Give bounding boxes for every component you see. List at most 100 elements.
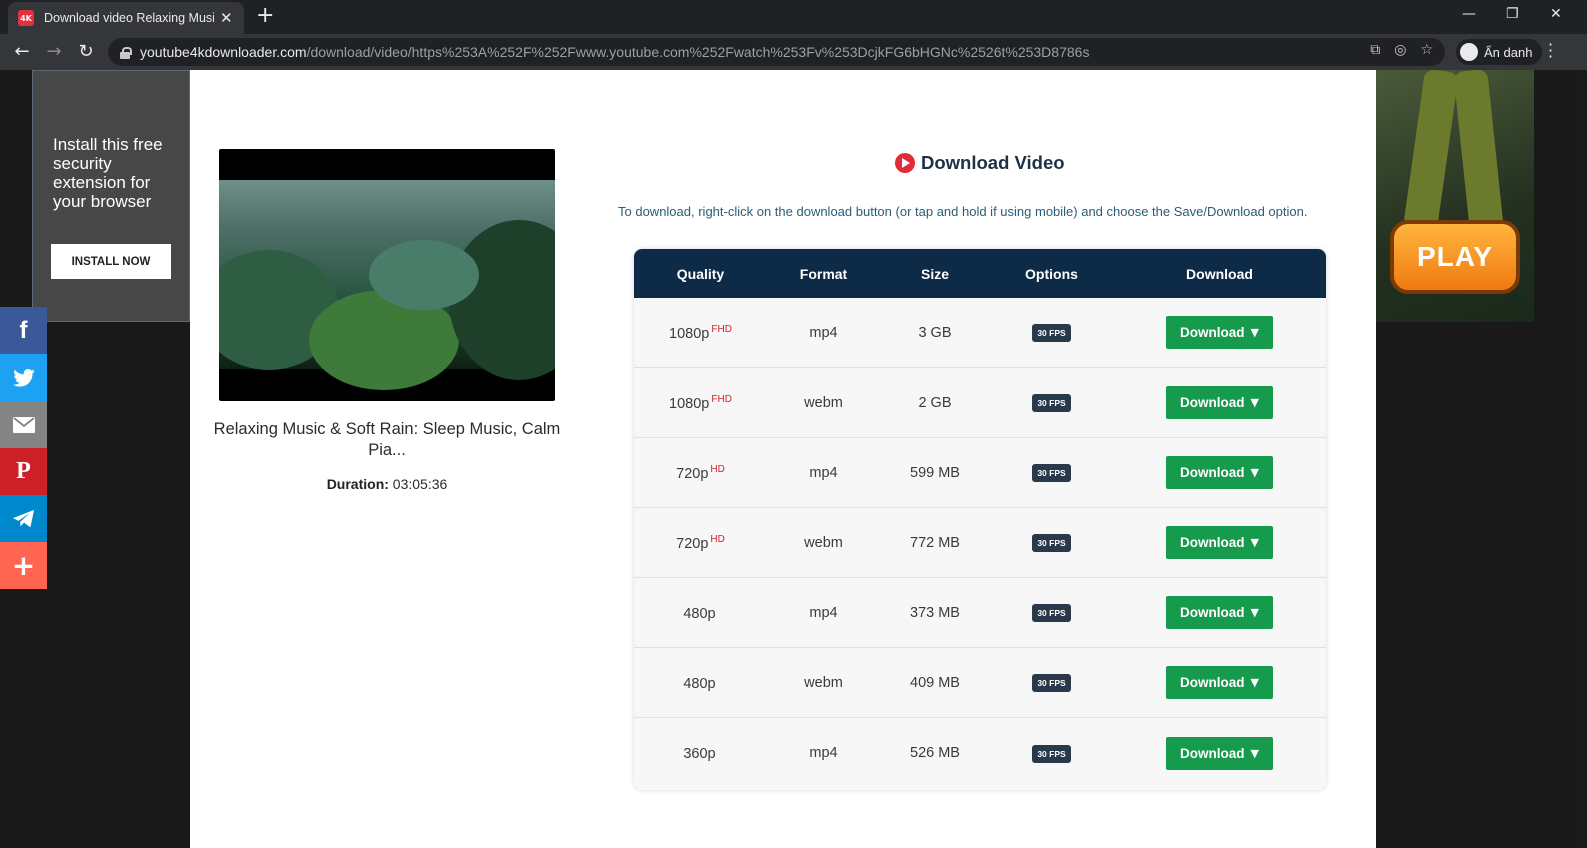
left-ad-banner[interactable]: Install this free security extension for… <box>32 70 190 322</box>
download-button-label: Download <box>1180 535 1245 550</box>
incognito-icon <box>1460 43 1478 61</box>
format-cell: webm <box>804 674 843 691</box>
download-cell: Download ▼ <box>1113 316 1326 349</box>
facebook-icon[interactable]: f <box>0 307 47 354</box>
size-cell: 2 GB <box>918 394 952 411</box>
options-cell: 30 FPS <box>990 673 1113 692</box>
browser-tab-bar: 4K Download video Relaxing Music & Soft … <box>0 0 1587 34</box>
download-cell: Download ▼ <box>1113 666 1326 699</box>
fps-badge: 30 FPS <box>1032 744 1071 763</box>
quality-badge: FHD <box>711 323 732 335</box>
video-title: Relaxing Music & Soft Rain: Sleep Music,… <box>213 420 561 459</box>
reload-icon[interactable]: ↻ <box>74 40 98 64</box>
quality-cell: 720p HD <box>634 534 767 552</box>
scrollbar[interactable] <box>1570 70 1587 848</box>
bookmark-star-icon[interactable]: ☆ <box>1420 42 1433 58</box>
browser-toolbar: ← → ↻ youtube4kdownloader.com/download/v… <box>0 34 1587 70</box>
minimize-icon[interactable]: — <box>1462 6 1476 22</box>
install-now-button[interactable]: INSTALL NOW <box>51 244 171 279</box>
quality-badge: HD <box>710 463 725 475</box>
pinterest-icon[interactable]: P <box>0 448 47 495</box>
telegram-icon[interactable] <box>0 495 47 542</box>
download-button[interactable]: Download ▼ <box>1166 386 1273 419</box>
download-button[interactable]: Download ▼ <box>1166 596 1273 629</box>
options-cell: 30 FPS <box>990 744 1113 763</box>
browser-menu-icon[interactable]: · · · <box>1548 37 1553 65</box>
play-button[interactable]: PLAY <box>1390 220 1520 294</box>
format-cell: mp4 <box>809 745 838 761</box>
fps-badge: 30 FPS <box>1032 324 1071 342</box>
table-row: 480p mp4 373 MB 30 FPS Download ▼ <box>634 578 1326 648</box>
address-bar[interactable]: youtube4kdownloader.com/download/video/h… <box>108 38 1445 66</box>
more-icon[interactable]: + <box>0 542 47 589</box>
download-button-label: Download <box>1180 605 1245 620</box>
download-button-label: Download <box>1180 395 1245 410</box>
quality-value: 360p <box>683 746 716 762</box>
table-row: 720p HD mp4 599 MB 30 FPS Download ▼ <box>634 438 1326 508</box>
quality-badge: HD <box>710 533 725 545</box>
email-icon[interactable] <box>0 401 47 448</box>
download-button[interactable]: Download ▼ <box>1166 666 1273 699</box>
download-button[interactable]: Download ▼ <box>1166 736 1273 770</box>
format-cell: webm <box>804 534 843 551</box>
column-header-options: Options <box>1025 265 1078 282</box>
quality-cell: 1080p FHD <box>634 324 767 342</box>
size-cell: 373 MB <box>910 604 960 621</box>
window-close-icon[interactable]: ✕ <box>1550 6 1562 22</box>
download-button[interactable]: Download ▼ <box>1166 316 1273 349</box>
quality-cell: 720p HD <box>634 464 767 482</box>
column-header-size: Size <box>920 265 949 282</box>
quality-value: 720p <box>676 465 709 482</box>
tracking-eye-off-icon[interactable]: ◎ <box>1394 42 1406 58</box>
options-cell: 30 FPS <box>990 393 1113 412</box>
size-cell: 772 MB <box>910 534 960 551</box>
download-cell: Download ▼ <box>1113 596 1326 629</box>
browser-tab[interactable]: 4K Download video Relaxing Music & Soft … <box>8 2 244 34</box>
download-cell: Download ▼ <box>1113 526 1326 559</box>
main-content: Relaxing Music & Soft Rain: Sleep Music,… <box>190 70 1376 848</box>
table-body: 1080p FHD mp4 3 GB 30 FPS Download ▼ 1080p FHD we… <box>634 298 1326 788</box>
table-row: 1080p FHD mp4 3 GB 30 FPS Download ▼ <box>634 298 1326 368</box>
format-cell: webm <box>804 394 843 411</box>
incognito-profile-button[interactable]: Ẩn danh <box>1456 39 1543 65</box>
column-header-format: Format <box>799 265 848 282</box>
table-row: 480p webm 409 MB 30 FPS Download ▼ <box>634 648 1326 718</box>
options-cell: 30 FPS <box>990 603 1113 622</box>
right-ad-banner[interactable]: PLAY <box>1376 70 1534 322</box>
twitter-icon[interactable] <box>0 354 47 401</box>
format-cell: mp4 <box>809 324 838 341</box>
new-tab-icon[interactable]: + <box>256 5 274 27</box>
fps-badge: 30 FPS <box>1032 604 1071 622</box>
play-circle-icon <box>895 153 915 173</box>
video-thumbnail[interactable] <box>219 149 555 401</box>
quality-value: 480p <box>683 675 716 692</box>
back-icon[interactable]: ← <box>10 40 34 64</box>
column-header-download: Download <box>1186 265 1253 282</box>
download-button[interactable]: Download ▼ <box>1166 526 1273 559</box>
caret-down-icon: ▼ <box>1250 746 1259 760</box>
quality-value: 720p <box>676 535 709 552</box>
table-header: Quality Format Size Options Download <box>634 249 1326 298</box>
download-heading: Download Video <box>895 152 1065 174</box>
download-button[interactable]: Download ▼ <box>1166 456 1273 489</box>
profile-label: Ẩn danh <box>1484 44 1533 60</box>
download-button-label: Download <box>1180 675 1245 690</box>
quality-badge: FHD <box>711 393 732 405</box>
size-cell: 409 MB <box>910 674 960 691</box>
download-button-label: Download <box>1180 465 1245 480</box>
lock-icon <box>120 46 132 59</box>
translate-icon[interactable]: ⧉ <box>1370 42 1380 58</box>
caret-down-icon: ▼ <box>1250 396 1259 409</box>
fps-badge: 30 FPS <box>1032 394 1071 412</box>
forward-icon[interactable]: → <box>42 40 66 64</box>
options-cell: 30 FPS <box>990 533 1113 552</box>
close-tab-icon[interactable]: ✕ <box>220 9 233 27</box>
caret-down-icon: ▼ <box>1250 676 1259 689</box>
social-share-bar: f P + <box>0 307 47 589</box>
download-cell: Download ▼ <box>1113 456 1326 489</box>
format-cell: mp4 <box>809 604 838 621</box>
options-cell: 30 FPS <box>990 463 1113 482</box>
download-instruction: To download, right-click on the download… <box>618 204 1308 219</box>
restore-icon[interactable]: ❐ <box>1506 6 1519 22</box>
ad-text: Install this free security extension for… <box>53 135 163 211</box>
